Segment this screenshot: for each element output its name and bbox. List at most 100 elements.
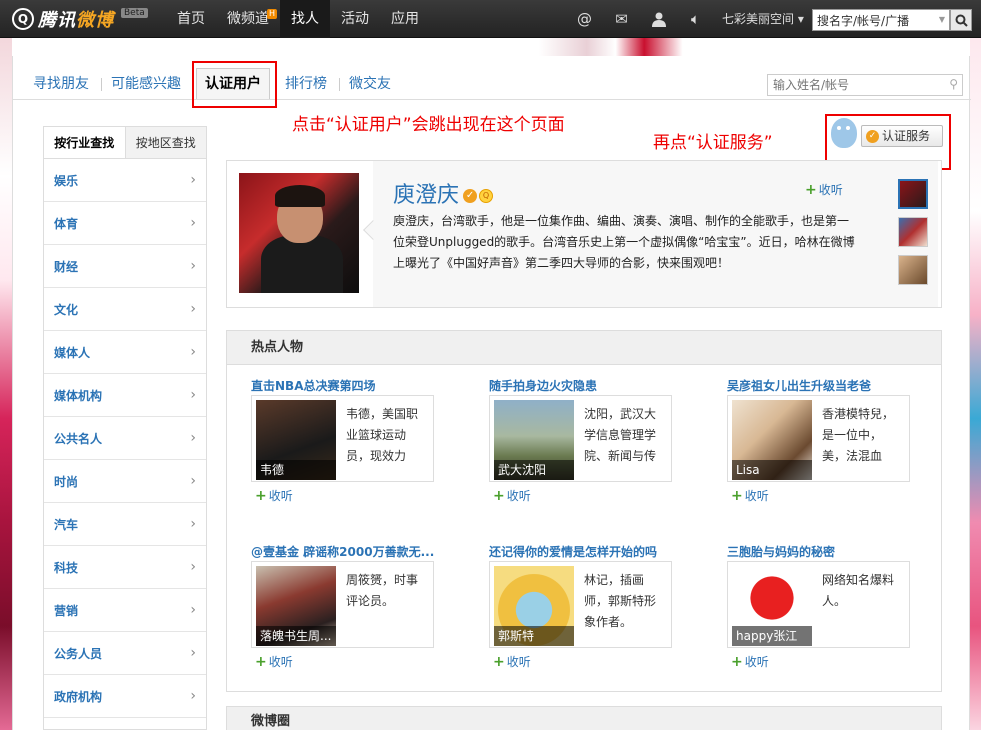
annotation-second: 再点“认证服务” (653, 133, 773, 153)
menu-item-civil-servants[interactable]: 公务人员 › (44, 632, 206, 675)
qq-icon: Q (479, 189, 494, 203)
card-avatar[interactable]: Lisa (732, 400, 812, 480)
chevron-right-icon: › (190, 301, 196, 317)
menu-item-fashion[interactable]: 时尚 › (44, 460, 206, 503)
verified-icon: ✓ (463, 189, 478, 203)
tab-by-industry[interactable]: 按行业查找 (44, 127, 126, 158)
follow-button[interactable]: + 收听 (489, 487, 674, 504)
thumbnail[interactable] (898, 217, 928, 247)
tab-may-interest[interactable]: 可能感兴趣 (111, 74, 181, 94)
avatar-caption: 郭斯特 (494, 626, 574, 646)
thumbnail[interactable] (898, 179, 928, 209)
nav-events[interactable]: 活动 (330, 0, 380, 38)
featured-user: 庾澄庆 ✓ Q 庾澄庆，台湾歌手，他是一位集作曲、编曲、演奏、演唱、制作的全能歌手，… (226, 160, 942, 308)
find-user-input[interactable] (768, 75, 938, 95)
avatar-caption: happy张江 (732, 626, 812, 646)
card-title[interactable]: 还记得你的爱情是怎样开始的吗 (489, 543, 674, 561)
chevron-right-icon: › (190, 172, 196, 188)
person-card: 随手拍身边火灾隐患 武大沈阳 沈阳，武汉大学信息管理学院、新闻与传 + 收听 (489, 377, 674, 504)
tab-divider (101, 78, 102, 91)
follow-button[interactable]: + 收听 (251, 487, 436, 504)
menu-item-tech[interactable]: 科技 › (44, 546, 206, 589)
person-card: @壹基金 辟谣称2000万善款无... 落魄书生周... 周筱赟，时事评论员。 … (251, 543, 436, 670)
plus-icon: + (255, 488, 267, 504)
tab-divider (339, 78, 340, 91)
card-title[interactable]: 直击NBA总决赛第四场 (251, 377, 436, 395)
chevron-right-icon: › (190, 645, 196, 661)
card-avatar[interactable]: 韦德 (256, 400, 336, 480)
top-navbar: Q 腾讯微博 Beta 首页 微频道 H 找人 活动 应用 @ ✉ 🔈︎ 七彩美丽… (0, 0, 981, 38)
person-card: 吴彦祖女儿出生升级当老爸 Lisa 香港模特兒，是一位中，美，法混血 + 收听 (727, 377, 912, 504)
menu-item-auto[interactable]: 汽车 › (44, 503, 206, 546)
verified-icon: ✓ (866, 130, 879, 143)
featured-avatar[interactable] (239, 173, 359, 293)
global-search-input[interactable] (813, 10, 931, 30)
beta-badge: Beta (121, 8, 148, 18)
chevron-right-icon: › (190, 473, 196, 489)
menu-item-media-org[interactable]: 媒体机构 › (44, 374, 206, 417)
menu-item-sports[interactable]: 体育 › (44, 202, 206, 245)
follow-button[interactable]: + 收听 (727, 653, 912, 670)
chevron-right-icon: › (190, 258, 196, 274)
main-panel: 寻找朋友 可能感兴趣 认证用户 排行榜 微交友 ⚲ 点击“认证用户”会跳出现在这… (12, 56, 971, 730)
background-right-decor (970, 38, 981, 730)
menu-item-marketing[interactable]: 营销 › (44, 589, 206, 632)
menu-item-finance[interactable]: 财经 › (44, 245, 206, 288)
menu-item-government[interactable]: 政府机构 › (44, 675, 206, 718)
card-avatar[interactable]: 落魄书生周... (256, 566, 336, 646)
menu-item-entertainment[interactable]: 娱乐 › (44, 159, 206, 202)
menu-item-media-people[interactable]: 媒体人 › (44, 331, 206, 374)
follow-button[interactable]: + 收听 (727, 487, 912, 504)
background-left-decor (0, 38, 12, 730)
tab-dating[interactable]: 微交友 (349, 74, 391, 94)
chevron-down-icon[interactable]: ▼ (939, 15, 945, 24)
card-description: 网络知名爆料人。 (822, 573, 895, 608)
user-space-link[interactable]: 七彩美丽空间 ▾ (722, 0, 804, 38)
tab-find-friends[interactable]: 寻找朋友 (33, 74, 89, 94)
nav-apps[interactable]: 应用 (380, 0, 430, 38)
person-card: 还记得你的爱情是怎样开始的吗 郭斯特 林记，插画师，郭斯特形象作者。 + 收听 (489, 543, 674, 670)
user-icon[interactable] (640, 0, 677, 38)
tab-by-region[interactable]: 按地区查找 (125, 127, 206, 158)
card-title[interactable]: 三胞胎与妈妈的秘密 (727, 543, 912, 561)
verify-service-button[interactable]: ✓ 认证服务 (861, 125, 943, 147)
industry-menu: 按行业查找 按地区查找 娱乐 › 体育 › 财经 › 文化 › 媒体人 › 媒体机构 › 公… (43, 126, 207, 730)
card-title[interactable]: 吴彦祖女儿出生升级当老爸 (727, 377, 912, 395)
featured-name[interactable]: 庾澄庆 ✓ Q (393, 177, 494, 209)
nav-home[interactable]: 首页 (166, 0, 216, 38)
avatar-caption: 落魄书生周... (256, 626, 336, 646)
card-title[interactable]: @壹基金 辟谣称2000万善款无... (251, 543, 436, 561)
search-icon[interactable]: ⚲ (949, 77, 958, 91)
card-avatar[interactable]: 郭斯特 (494, 566, 574, 646)
card-avatar[interactable]: happy张江 (732, 566, 812, 646)
follow-button[interactable]: + 收听 (489, 653, 674, 670)
at-icon[interactable]: @ (566, 0, 603, 38)
chevron-right-icon: › (190, 516, 196, 532)
menu-item-public-figures[interactable]: 公共名人 › (44, 417, 206, 460)
nav-channel[interactable]: 微频道 H (216, 0, 280, 38)
featured-thumbnails (898, 179, 932, 293)
hot-people-section: 热点人物 直击NBA总决赛第四场 韦德 韦德，美国职业篮球运动员，现效力 + 收听… (226, 330, 942, 692)
chevron-right-icon: › (190, 215, 196, 231)
weibo-circle-section: 微博圈 (226, 706, 942, 730)
search-button[interactable] (950, 9, 972, 31)
logo-text: 腾讯微博 (38, 10, 114, 31)
card-title[interactable]: 随手拍身边火灾隐患 (489, 377, 674, 395)
speaker-icon[interactable]: 🔈︎ (677, 0, 714, 38)
menu-item-culture[interactable]: 文化 › (44, 288, 206, 331)
mail-icon[interactable]: ✉ (603, 0, 640, 38)
mascot-icon (831, 118, 857, 148)
follow-button[interactable]: + 收听 (251, 653, 436, 670)
tab-ranking[interactable]: 排行榜 (285, 74, 327, 94)
avatar-caption: 武大沈阳 (494, 460, 574, 480)
logo[interactable]: Q 腾讯微博 Beta (12, 7, 148, 31)
thumbnail[interactable] (898, 255, 928, 285)
nav-find-people[interactable]: 找人 (280, 0, 330, 38)
chevron-right-icon: › (190, 387, 196, 403)
avatar-caption: 韦德 (256, 460, 336, 480)
chevron-right-icon: › (190, 602, 196, 618)
featured-follow-button[interactable]: + 收听 (805, 181, 843, 198)
card-avatar[interactable]: 武大沈阳 (494, 400, 574, 480)
tab-verified-users[interactable]: 认证用户 (196, 68, 270, 99)
card-description: 周筱赟，时事评论员。 (346, 573, 419, 608)
